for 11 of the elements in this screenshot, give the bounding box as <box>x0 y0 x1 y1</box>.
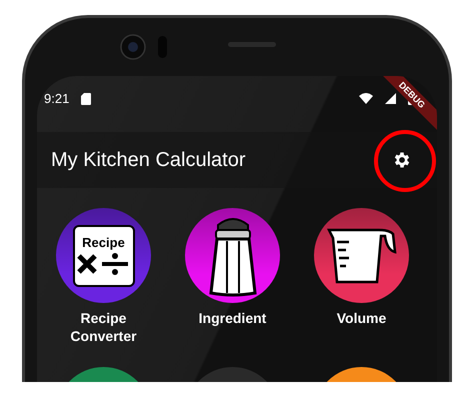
sd-card-icon <box>81 93 92 105</box>
category-tile[interactable]: Volume <box>297 208 426 345</box>
status-time: 9:21 <box>44 91 70 106</box>
tile-icon: Recipe <box>56 208 151 303</box>
camera-icon <box>120 34 146 60</box>
category-tile[interactable]: Ingredient <box>168 208 297 345</box>
settings-icon <box>392 150 412 170</box>
app-title: My Kitchen Calculator <box>51 148 247 172</box>
signal-icon <box>385 93 396 104</box>
category-tile[interactable]: Recipe Recipe Converter <box>39 208 168 345</box>
wifi-icon <box>359 93 373 104</box>
